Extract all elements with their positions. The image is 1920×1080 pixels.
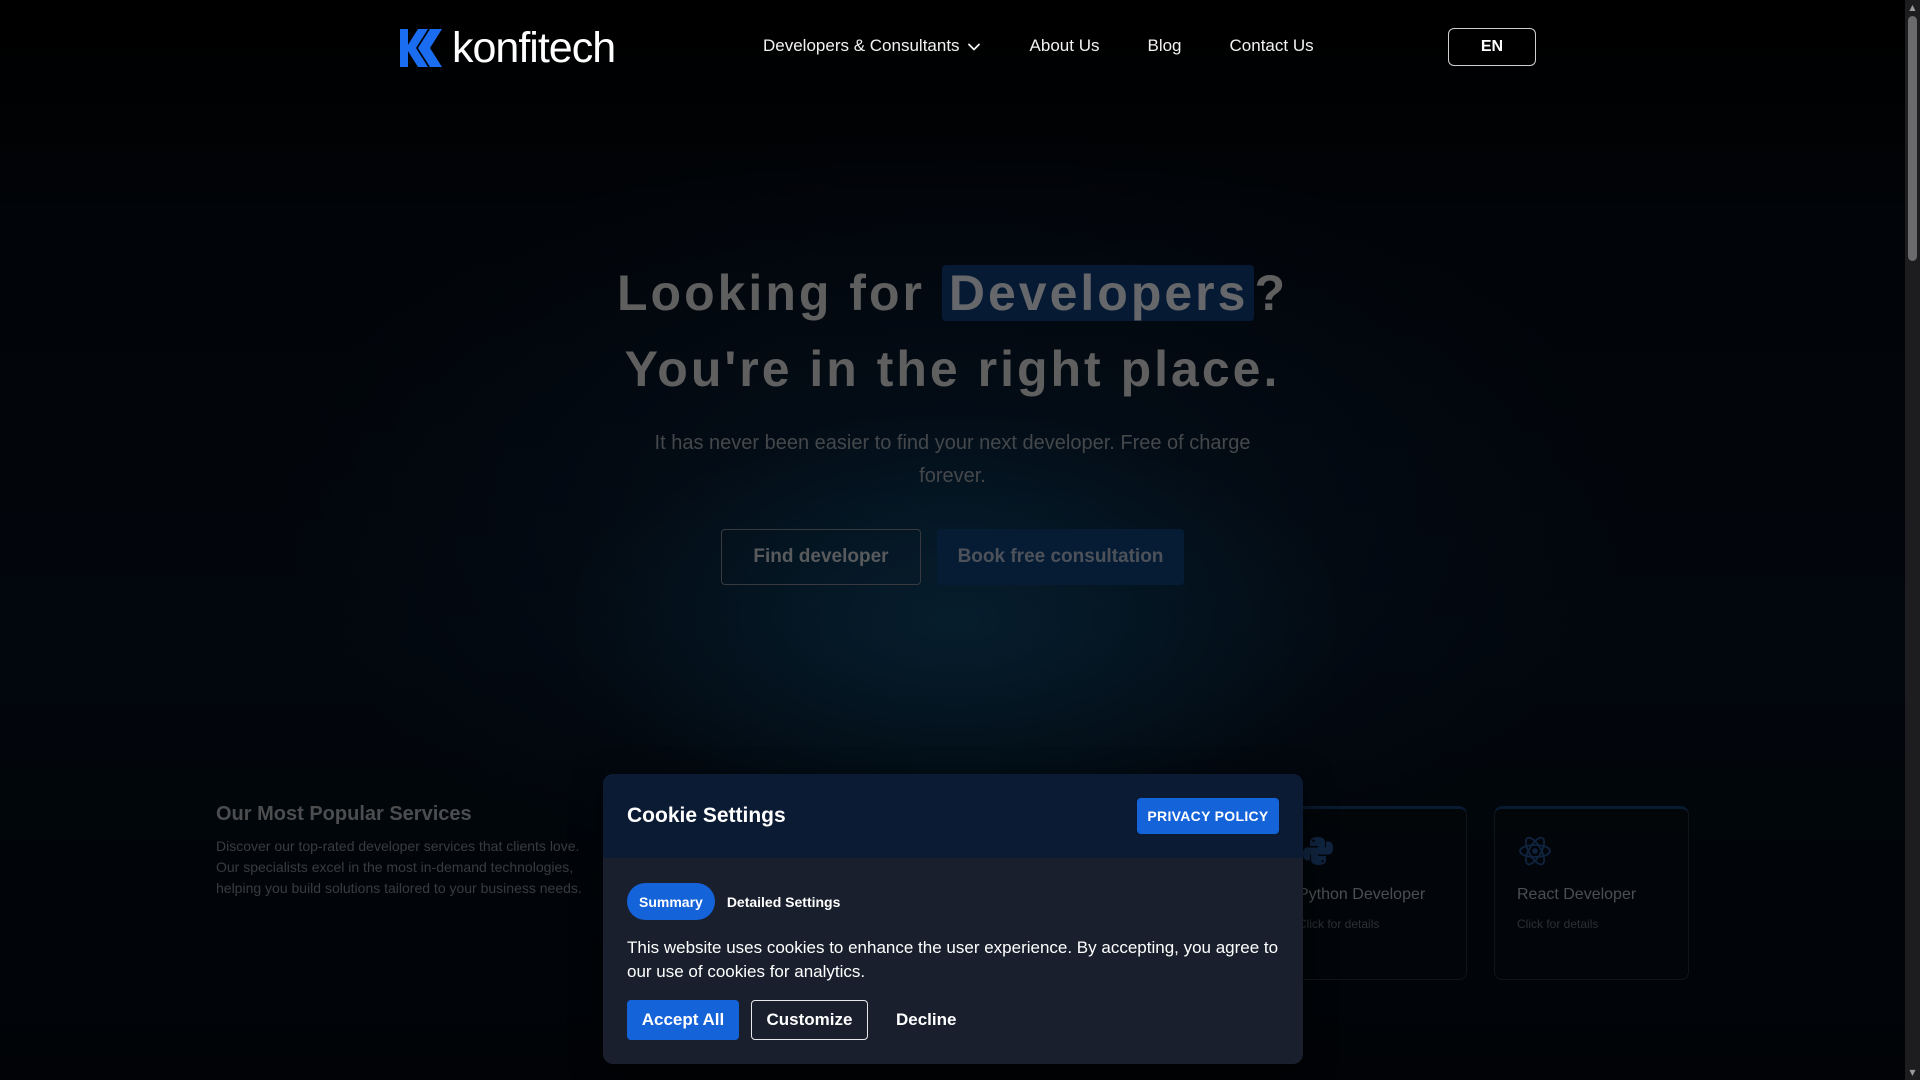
decline-button[interactable]: Decline [896,1010,956,1030]
cookie-tabs: Summary Detailed Settings [627,883,840,920]
tab-detailed-settings[interactable]: Detailed Settings [727,894,841,910]
nav-about-us[interactable]: About Us [1030,36,1100,56]
nav-blog[interactable]: Blog [1147,36,1181,56]
accept-all-button[interactable]: Accept All [627,1000,739,1040]
cookie-actions: Accept All Customize Decline [627,1000,956,1040]
scroll-down-arrow-icon[interactable]: ▼ [1905,1065,1920,1080]
customize-button[interactable]: Customize [751,1000,868,1040]
language-button[interactable]: EN [1448,28,1536,66]
chevron-down-icon [967,36,980,56]
cookie-dialog-header: Cookie Settings PRIVACY POLICY [603,774,1303,858]
site-header: konfitech Developers & Consultants About… [0,0,1905,96]
cookie-message: This website uses cookies to enhance the… [627,938,1279,981]
logo-wordmark: konfitech [452,24,616,72]
cookie-settings-dialog: Cookie Settings PRIVACY POLICY Summary D… [603,774,1303,1064]
konfitech-logo-icon [400,29,442,67]
nav-contact-us[interactable]: Contact Us [1230,36,1314,56]
tab-summary[interactable]: Summary [627,883,715,920]
scroll-up-arrow-icon[interactable]: ▲ [1905,0,1920,15]
page: konfitech Developers & Consultants About… [0,0,1905,1080]
logo[interactable]: konfitech [400,24,616,72]
nav-developers-consultants[interactable]: Developers & Consultants [763,36,980,56]
cookie-dialog-title: Cookie Settings [627,804,786,827]
privacy-policy-button[interactable]: PRIVACY POLICY [1137,798,1279,834]
main-nav: Developers & Consultants About Us Blog C… [763,36,1314,56]
scrollbar-thumb[interactable] [1908,16,1917,261]
page-scrollbar[interactable]: ▲ ▼ [1905,0,1920,1080]
nav-developers-label: Developers & Consultants [763,36,960,55]
